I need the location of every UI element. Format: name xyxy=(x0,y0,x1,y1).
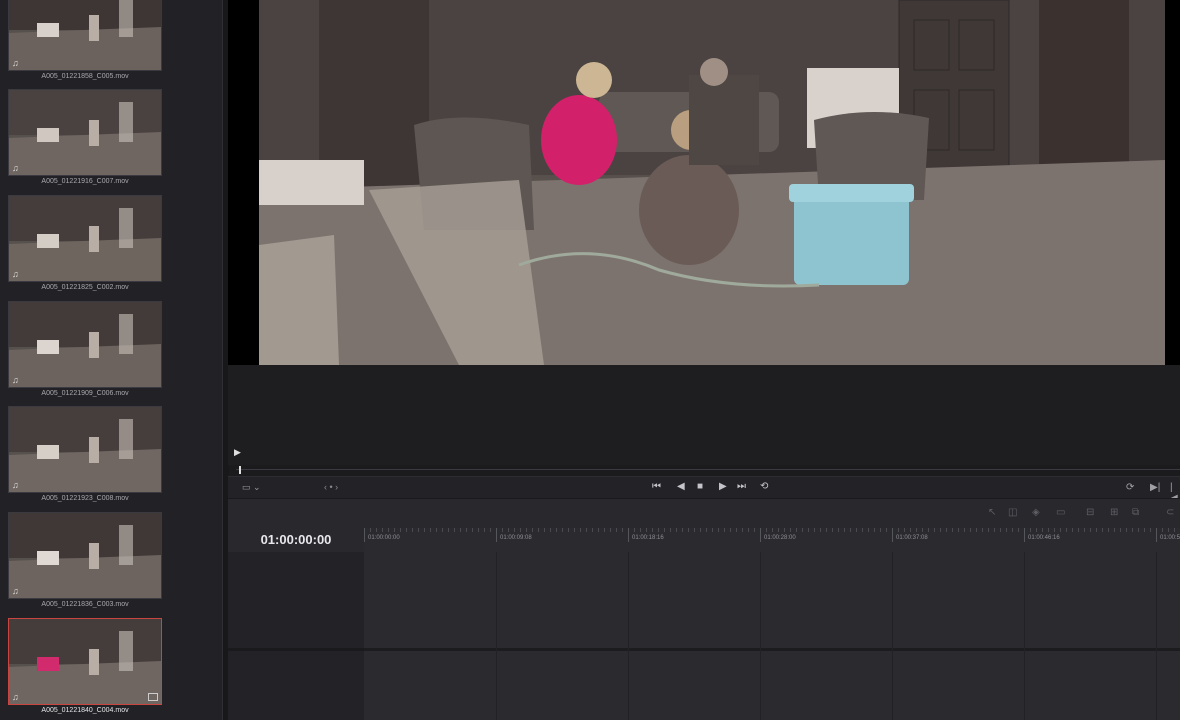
clip-thumbnail-image[interactable]: ♫ xyxy=(8,512,162,599)
dynamic-trim-icon[interactable]: ◈ xyxy=(1032,507,1040,518)
clip-name: A005_01221916_C007.mov xyxy=(41,178,129,185)
clip-name: A005_01221836_C003.mov xyxy=(41,601,129,608)
timeline-tracks[interactable] xyxy=(364,552,1180,720)
trim-tool-icon[interactable]: ◫ xyxy=(1008,507,1017,518)
jog-control[interactable]: ‹ • › xyxy=(324,482,338,492)
ruler-major-tick xyxy=(628,528,629,542)
clip-thumbnail[interactable]: ♫ A005_01221909_C006.mov xyxy=(8,301,162,397)
clip-name: A005_01221840_C004.mov xyxy=(41,707,129,714)
snapping-icon[interactable]: ⊂ xyxy=(1166,507,1174,518)
video-preview[interactable] xyxy=(259,0,1165,365)
loop-range-icon[interactable]: ⟳ xyxy=(1126,482,1134,493)
next-clip-icon[interactable]: ▶| xyxy=(1150,482,1160,493)
overwrite-clip-icon[interactable]: ⊞ xyxy=(1110,507,1118,518)
ruler-timecode-label: 01:00:37:08 xyxy=(896,535,928,541)
timeline-grid-line xyxy=(1156,552,1157,720)
stop-button[interactable]: ■ xyxy=(697,481,703,492)
go-to-start-button[interactable]: ⏮ xyxy=(652,481,661,492)
music-note-icon: ♫ xyxy=(12,58,19,68)
scrubber-playhead[interactable] xyxy=(239,466,241,474)
clip-thumbnail[interactable]: ♫ A005_01221825_C002.mov xyxy=(8,195,162,291)
clip-name: A005_01221923_C008.mov xyxy=(41,495,129,502)
clip-thumbnail-image[interactable]: ♫ xyxy=(8,618,162,705)
track-headers xyxy=(228,552,365,720)
clip-thumbnail-image[interactable]: ♫ xyxy=(8,0,162,71)
clip-name: A005_01221909_C006.mov xyxy=(41,390,129,397)
timeline-grid-line xyxy=(1024,552,1025,720)
clip-name: A005_01221825_C002.mov xyxy=(41,284,129,291)
go-to-end-button[interactable]: ⏭ xyxy=(737,481,746,492)
clip-thumbnail[interactable]: ♫ A005_01221916_C007.mov xyxy=(8,89,162,185)
clip-thumbnail[interactable]: ♫ A005_01221840_C004.mov xyxy=(8,618,162,714)
timeline-grid-line xyxy=(496,552,497,720)
blade-tool-icon[interactable]: ▭ xyxy=(1056,507,1065,518)
selection-tool-icon[interactable]: ↖ xyxy=(988,507,996,518)
play-marker-icon[interactable]: ▶ xyxy=(234,447,241,458)
clip-thumbnail-image[interactable]: ♫ xyxy=(8,301,162,388)
clip-thumbnail-image[interactable]: ♫ xyxy=(8,195,162,282)
ruler-timecode-label: 01:00:28:00 xyxy=(764,535,796,541)
video-frame xyxy=(228,0,1180,365)
track-divider xyxy=(364,648,1180,651)
clip-thumbnail[interactable]: ♫ A005_01221858_C005.mov xyxy=(8,0,162,80)
ruler-major-tick xyxy=(1024,528,1025,542)
track-divider xyxy=(228,648,364,651)
timeline-grid-line xyxy=(628,552,629,720)
ruler-major-tick xyxy=(496,528,497,542)
ruler-timecode-label: 01:00:5 xyxy=(1160,535,1180,541)
ruler-timecode-label: 01:00:46:16 xyxy=(1028,535,1060,541)
clip-name: A005_01221858_C005.mov xyxy=(41,73,129,80)
music-note-icon: ♫ xyxy=(12,375,19,385)
ruler-timecode-label: 01:00:09:08 xyxy=(500,535,532,541)
timeline-toolbar: ↖ ◫ ◈ ▭ ⊟ ⊞ ⧉ ⊂ xyxy=(228,498,1180,529)
step-back-button[interactable]: ◀ xyxy=(677,481,685,492)
ruler-major-tick xyxy=(892,528,893,542)
viewer-mode-dropdown[interactable]: ▭ ⌄ xyxy=(242,482,261,493)
timeline-grid-line xyxy=(892,552,893,720)
replace-clip-icon[interactable]: ⧉ xyxy=(1132,507,1139,518)
music-note-icon: ♫ xyxy=(12,163,19,173)
insert-clip-icon[interactable]: ⊟ xyxy=(1086,507,1094,518)
clip-thumbnail[interactable]: ♫ A005_01221923_C008.mov xyxy=(8,406,162,502)
music-note-icon: ♫ xyxy=(12,586,19,596)
ruler-timecode-label: 01:00:18:16 xyxy=(632,535,664,541)
ruler-timecode-label: 01:00:00:00 xyxy=(368,535,400,541)
clip-thumbnail-image[interactable]: ♫ xyxy=(8,89,162,176)
timecode-display[interactable]: 01:00:00:00 xyxy=(228,532,364,547)
transport-bar: ▭ ⌄ ‹ • › ⏮ ◀ ■ ▶ ⏭ ⟲ ⟳ ▶| |◀ xyxy=(228,476,1180,504)
ruler-major-tick xyxy=(760,528,761,542)
timeline-grid-line xyxy=(760,552,761,720)
video-badge-icon xyxy=(148,693,158,701)
clip-thumbnail[interactable]: ♫ A005_01221836_C003.mov xyxy=(8,512,162,608)
timecode-display-area: 01:00:00:00 xyxy=(228,528,364,552)
music-note-icon: ♫ xyxy=(12,269,19,279)
loop-button[interactable]: ⟲ xyxy=(760,481,768,492)
music-note-icon: ♫ xyxy=(12,480,19,490)
viewer xyxy=(228,0,1180,465)
timeline-ruler[interactable]: 01:00:00:00 01:00:09:08 01:00:18:16 01:00:2… xyxy=(364,528,1180,552)
clip-thumbnail-image[interactable]: ♫ xyxy=(8,406,162,493)
music-note-icon: ♫ xyxy=(12,692,19,702)
scrubber-track[interactable] xyxy=(236,469,1180,470)
play-button[interactable]: ▶ xyxy=(719,481,727,492)
ruler-major-tick xyxy=(364,528,365,542)
media-pool: ♫ A005_01221858_C005.mov ♫ A005_01221916_C0… xyxy=(0,0,222,720)
ruler-major-tick xyxy=(1156,528,1157,542)
